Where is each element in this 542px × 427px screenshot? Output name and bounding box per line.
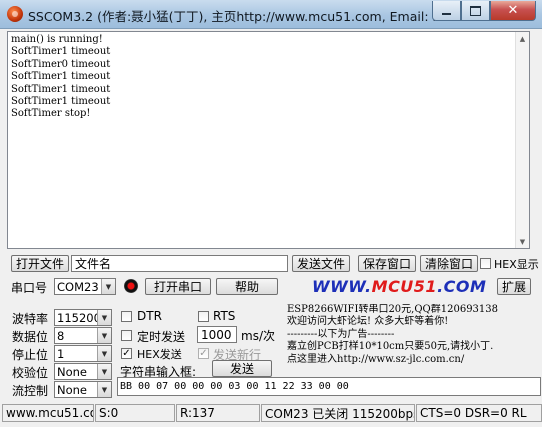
chevron-down-icon: ▼ xyxy=(97,328,111,343)
send-button[interactable]: 发送 xyxy=(212,360,272,377)
close-icon: ✕ xyxy=(507,3,519,18)
maximize-button[interactable] xyxy=(461,1,490,21)
status-bar: www.mcu51.cor S:0 R:137 COM23 已关闭 115200… xyxy=(0,402,542,427)
window-title: SSCOM3.2 (作者:聂小猛(丁丁), 主页http://www.mcu51… xyxy=(28,9,438,24)
parity-select[interactable]: None ▼ xyxy=(54,363,112,380)
rts-label: RTS xyxy=(213,309,236,323)
send-input[interactable]: BB 00 07 00 00 00 03 00 11 22 33 00 00 xyxy=(117,377,541,396)
chevron-down-icon: ▼ xyxy=(97,310,111,325)
hex-send-checkbox[interactable]: ✓ xyxy=(121,348,132,359)
logo-com: .COM xyxy=(437,277,487,296)
hex-display-checkbox[interactable] xyxy=(480,258,491,269)
status-received: R:137 xyxy=(176,404,260,422)
filename-field[interactable]: 文件名 xyxy=(71,255,288,272)
port-label: 串口号 xyxy=(11,281,48,295)
status-site[interactable]: www.mcu51.cor xyxy=(2,404,94,422)
receive-text: main() is running! SoftTimer1 timeout So… xyxy=(11,34,111,120)
help-button[interactable]: 帮助 xyxy=(216,278,278,295)
databits-select[interactable]: 8 ▼ xyxy=(54,327,112,344)
databits-value: 8 xyxy=(57,329,65,343)
rts-checkbox[interactable] xyxy=(198,311,209,322)
chevron-down-icon: ▼ xyxy=(97,364,111,379)
chevron-down-icon: ▼ xyxy=(97,382,111,397)
save-window-button[interactable]: 保存窗口 xyxy=(358,255,416,272)
status-sent: S:0 xyxy=(95,404,175,422)
baud-label: 波特率 xyxy=(12,312,49,326)
send-file-button[interactable]: 发送文件 xyxy=(292,255,350,272)
caption-buttons: ✕ xyxy=(432,1,536,21)
baud-select[interactable]: 115200 ▼ xyxy=(54,309,112,326)
minimize-button[interactable] xyxy=(432,1,461,21)
minimize-icon xyxy=(442,13,451,15)
dtr-label: DTR xyxy=(137,309,162,323)
flow-value: None xyxy=(57,383,88,397)
stopbits-label: 停止位 xyxy=(12,348,49,362)
expand-button[interactable]: 扩展 xyxy=(497,278,531,295)
parity-label: 校验位 xyxy=(12,366,49,380)
flow-select[interactable]: None ▼ xyxy=(54,381,112,398)
port-select[interactable]: COM23 ▼ xyxy=(54,278,116,295)
parity-value: None xyxy=(57,365,88,379)
logo-mcu51: MCU51 xyxy=(371,277,438,296)
clear-window-button[interactable]: 清除窗口 xyxy=(420,255,478,272)
timed-send-checkbox[interactable] xyxy=(121,330,132,341)
receive-scrollbar[interactable]: ▲ ▼ xyxy=(515,32,529,248)
title-bar: SSCOM3.2 (作者:聂小猛(丁丁), 主页http://www.mcu51… xyxy=(0,0,542,29)
flow-label: 流控制 xyxy=(12,384,49,398)
sscom-logo-icon xyxy=(7,6,23,22)
mcu51-logo[interactable]: WWW.MCU51.COM xyxy=(312,277,486,296)
interval-unit: ms/次 xyxy=(241,329,275,343)
dtr-checkbox[interactable] xyxy=(121,311,132,322)
open-port-button[interactable]: 打开串口 xyxy=(145,278,211,295)
hex-send-label: HEX发送 xyxy=(137,348,182,361)
baud-value: 115200 xyxy=(57,311,101,325)
status-port-state: COM23 已关闭 115200bps xyxy=(261,404,415,422)
stopbits-select[interactable]: 1 ▼ xyxy=(54,345,112,362)
chevron-down-icon: ▼ xyxy=(97,346,111,361)
open-file-button[interactable]: 打开文件 xyxy=(11,255,69,272)
interval-input[interactable]: 1000 xyxy=(197,326,237,343)
port-status-led-icon xyxy=(124,279,138,293)
ad-text[interactable]: ESP8266WIFI转串口20元,QQ群120693138 欢迎访问大虾论坛!… xyxy=(287,304,524,376)
logo-www: WWW. xyxy=(312,277,372,296)
port-value: COM23 xyxy=(57,280,99,294)
chevron-down-icon: ▼ xyxy=(101,279,115,294)
newline-send-checkbox[interactable]: ✓ xyxy=(198,348,209,359)
scroll-up-icon[interactable]: ▲ xyxy=(516,32,529,45)
close-button[interactable]: ✕ xyxy=(490,1,536,21)
sscom-window: SSCOM3.2 (作者:聂小猛(丁丁), 主页http://www.mcu51… xyxy=(0,0,542,427)
scroll-down-icon[interactable]: ▼ xyxy=(516,235,529,248)
hex-display-label: HEX显示 xyxy=(494,258,539,271)
status-lines: CTS=0 DSR=0 RL xyxy=(416,404,542,422)
timed-send-label: 定时发送 xyxy=(137,330,186,344)
maximize-icon xyxy=(470,5,481,16)
databits-label: 数据位 xyxy=(12,330,49,344)
receive-area[interactable]: main() is running! SoftTimer1 timeout So… xyxy=(7,31,530,249)
stopbits-value: 1 xyxy=(57,347,65,361)
